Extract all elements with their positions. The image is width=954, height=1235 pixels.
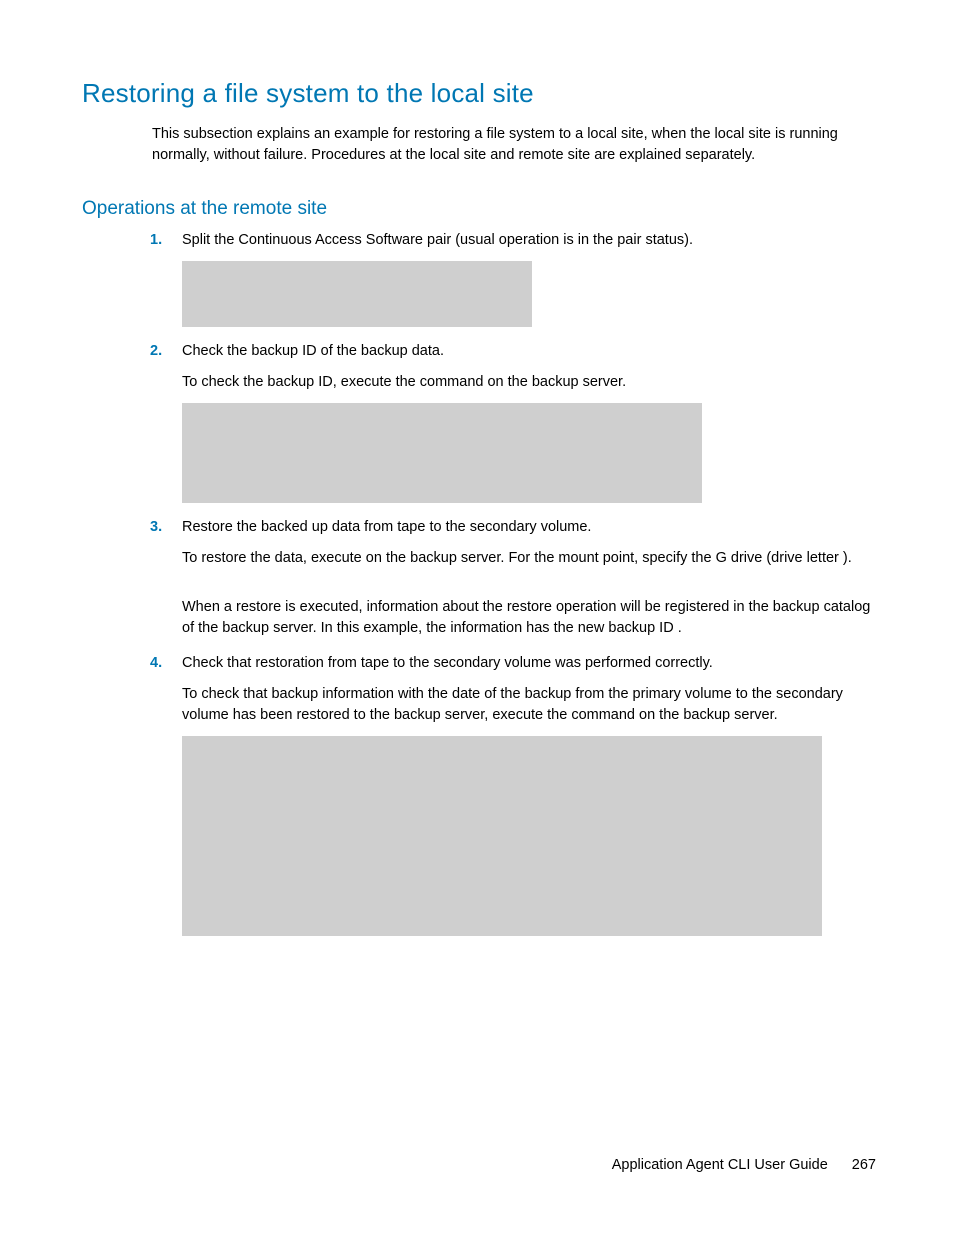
- text-segment: on the backup server. For the mount poin…: [366, 550, 843, 566]
- step-lead: Restore the backed up data from tape to …: [182, 517, 876, 538]
- step-item: 4. Check that restoration from tape to t…: [82, 653, 876, 936]
- page-footer: Application Agent CLI User Guide 267: [612, 1157, 876, 1173]
- step-lead: Check that restoration from tape to the …: [182, 653, 876, 674]
- step-lead: Check the backup ID of the backup data.: [182, 341, 876, 362]
- step-para: When a restore is executed, information …: [182, 597, 876, 639]
- text-segment: command on the backup server.: [420, 374, 626, 390]
- step-item: 2. Check the backup ID of the backup dat…: [82, 341, 876, 503]
- subsection-heading: Operations at the remote site: [82, 198, 876, 220]
- step-body: Split the Continuous Access Software pai…: [182, 230, 876, 327]
- text-segment: command on the backup server.: [571, 707, 777, 723]
- step-para: To restore the data, execute on the back…: [182, 548, 876, 569]
- step-body: Restore the backed up data from tape to …: [182, 517, 876, 639]
- step-para: To check the backup ID, execute the comm…: [182, 372, 876, 393]
- step-number: 3.: [150, 517, 162, 538]
- footer-title: Application Agent CLI User Guide: [612, 1157, 828, 1173]
- step-body: Check the backup ID of the backup data. …: [182, 341, 876, 503]
- step-item: 1. Split the Continuous Access Software …: [82, 230, 876, 327]
- page-number: 267: [852, 1157, 876, 1173]
- section-intro: This subsection explains an example for …: [152, 124, 876, 166]
- step-item: 3. Restore the backed up data from tape …: [82, 517, 876, 639]
- text-segment: When a restore is executed, information …: [182, 599, 870, 636]
- page-container: Restoring a file system to the local sit…: [0, 0, 954, 1235]
- step-body: Check that restoration from tape to the …: [182, 653, 876, 936]
- section-heading: Restoring a file system to the local sit…: [82, 78, 876, 109]
- code-block: [182, 403, 702, 503]
- text-segment: To restore the data, execute: [182, 550, 366, 566]
- steps-list: 1. Split the Continuous Access Software …: [82, 230, 876, 936]
- code-block: [182, 261, 532, 327]
- text-segment: .: [678, 620, 682, 636]
- code-block: [182, 736, 822, 936]
- step-lead: Split the Continuous Access Software pai…: [182, 230, 876, 251]
- step-para: To check that backup information with th…: [182, 684, 876, 726]
- step-number: 2.: [150, 341, 162, 362]
- text-segment: To check the backup ID, execute the: [182, 374, 420, 390]
- step-number: 1.: [150, 230, 162, 251]
- text-segment: ).: [843, 550, 852, 566]
- step-number: 4.: [150, 653, 162, 674]
